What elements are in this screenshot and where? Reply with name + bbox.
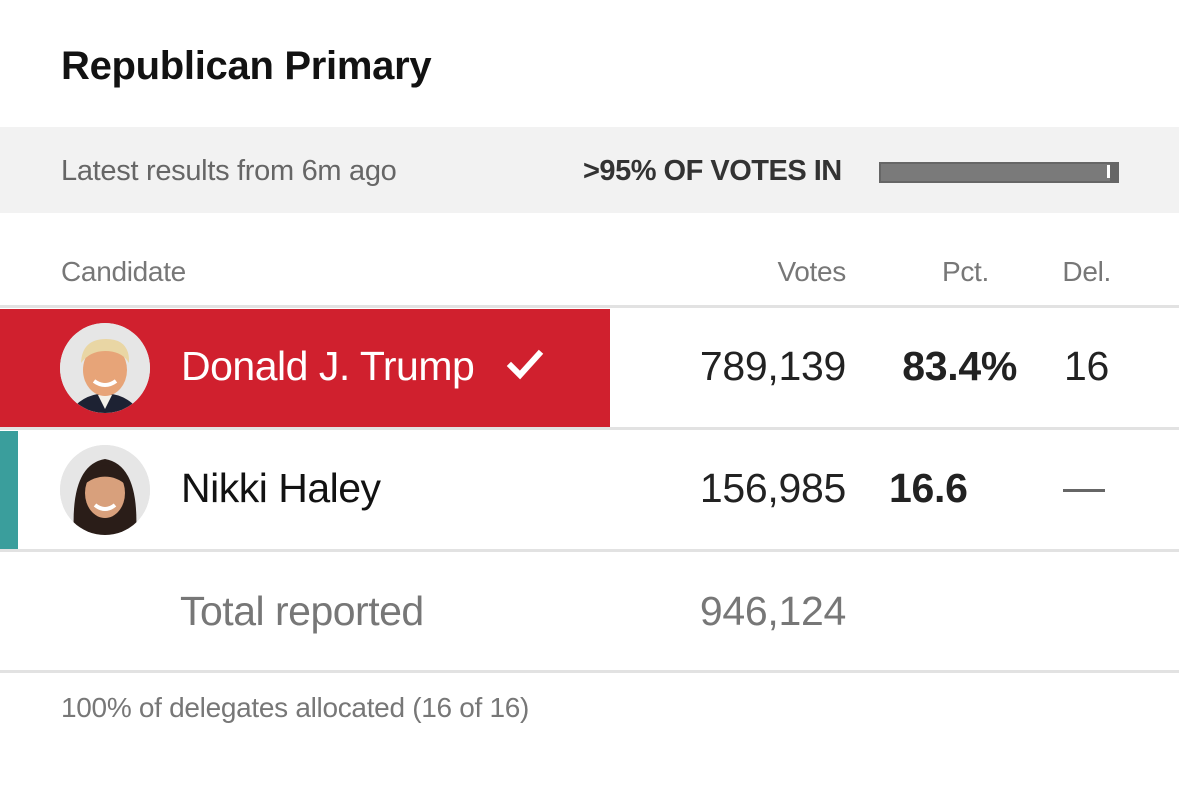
candidate-name: Donald J. Trump [181, 343, 475, 389]
table-row: Nikki Haley 156,985 16.6 [0, 431, 1179, 549]
divider [0, 305, 1179, 308]
divider [0, 670, 1179, 673]
header-votes: Votes [777, 256, 846, 287]
winner-check-icon [506, 349, 544, 380]
vote-percent: 83.4% [902, 343, 1017, 389]
total-reported-votes: 946,124 [699, 588, 846, 634]
no-delegates-dash [1063, 489, 1105, 492]
divider [0, 549, 1179, 552]
header-del: Del. [1062, 256, 1111, 287]
status-bar: Latest results from 6m ago >95% OF VOTES… [0, 127, 1179, 213]
divider [0, 427, 1179, 430]
delegate-count: 16 [1063, 343, 1109, 389]
votes-in-progress-bar [879, 162, 1119, 183]
delegates-allocated-note: 100% of delegates allocated (16 of 16) [61, 692, 530, 723]
vote-count: 789,139 [699, 343, 846, 389]
votes-in-label: >95% OF VOTES IN [583, 155, 842, 187]
table-row: Donald J. Trump 789,139 83.4% 16 [0, 309, 1179, 427]
vote-count: 156,985 [699, 465, 846, 511]
candidate-color-bar [0, 431, 18, 549]
avatar-trump [60, 323, 150, 413]
candidate-name: Nikki Haley [181, 465, 381, 511]
total-reported-label: Total reported [180, 588, 424, 634]
progress-fill [881, 164, 1110, 181]
header-pct: Pct. [941, 256, 989, 287]
latest-results-text: Latest results from 6m ago [61, 155, 397, 187]
page-title: Republican Primary [61, 44, 432, 88]
progress-marker [1106, 165, 1110, 178]
header-candidate: Candidate [61, 256, 186, 287]
avatar-haley [60, 445, 150, 535]
vote-percent: 16.6 [889, 465, 968, 511]
